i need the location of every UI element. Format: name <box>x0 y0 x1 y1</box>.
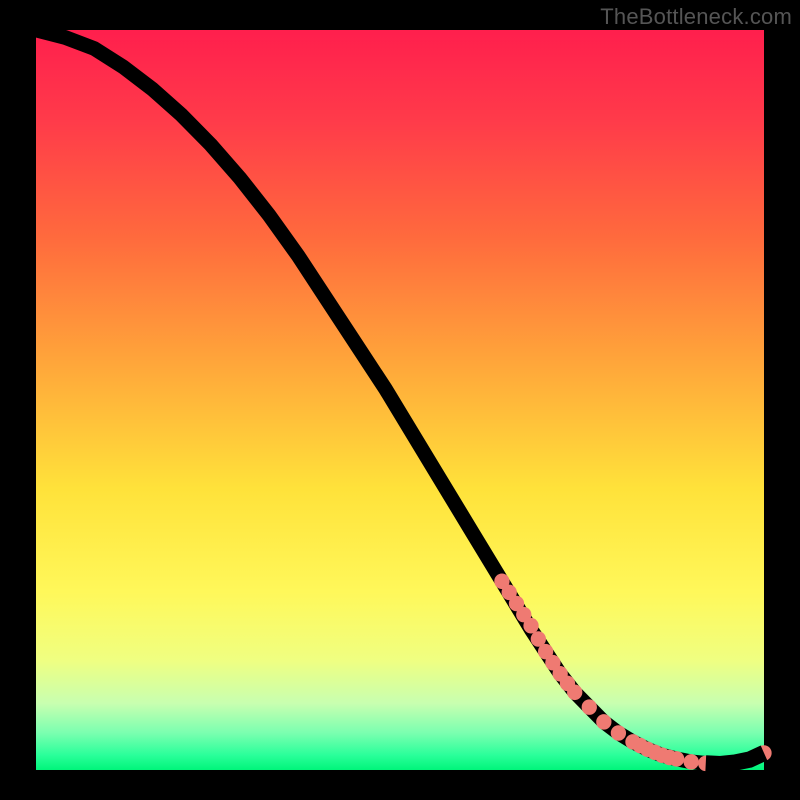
stage: TheBottleneck.com <box>0 0 800 800</box>
dot <box>523 618 538 634</box>
dot <box>684 754 699 770</box>
dot <box>582 699 597 715</box>
curve-tail <box>706 753 764 764</box>
watermark-text: TheBottleneck.com <box>600 4 792 30</box>
dot <box>596 714 611 730</box>
highlighted-dots <box>494 574 771 772</box>
chart-svg <box>36 30 764 770</box>
dot <box>611 725 626 741</box>
bottleneck-curve <box>36 30 764 764</box>
dot <box>669 751 684 767</box>
chart-plot-area <box>36 30 764 770</box>
dot <box>567 685 582 701</box>
